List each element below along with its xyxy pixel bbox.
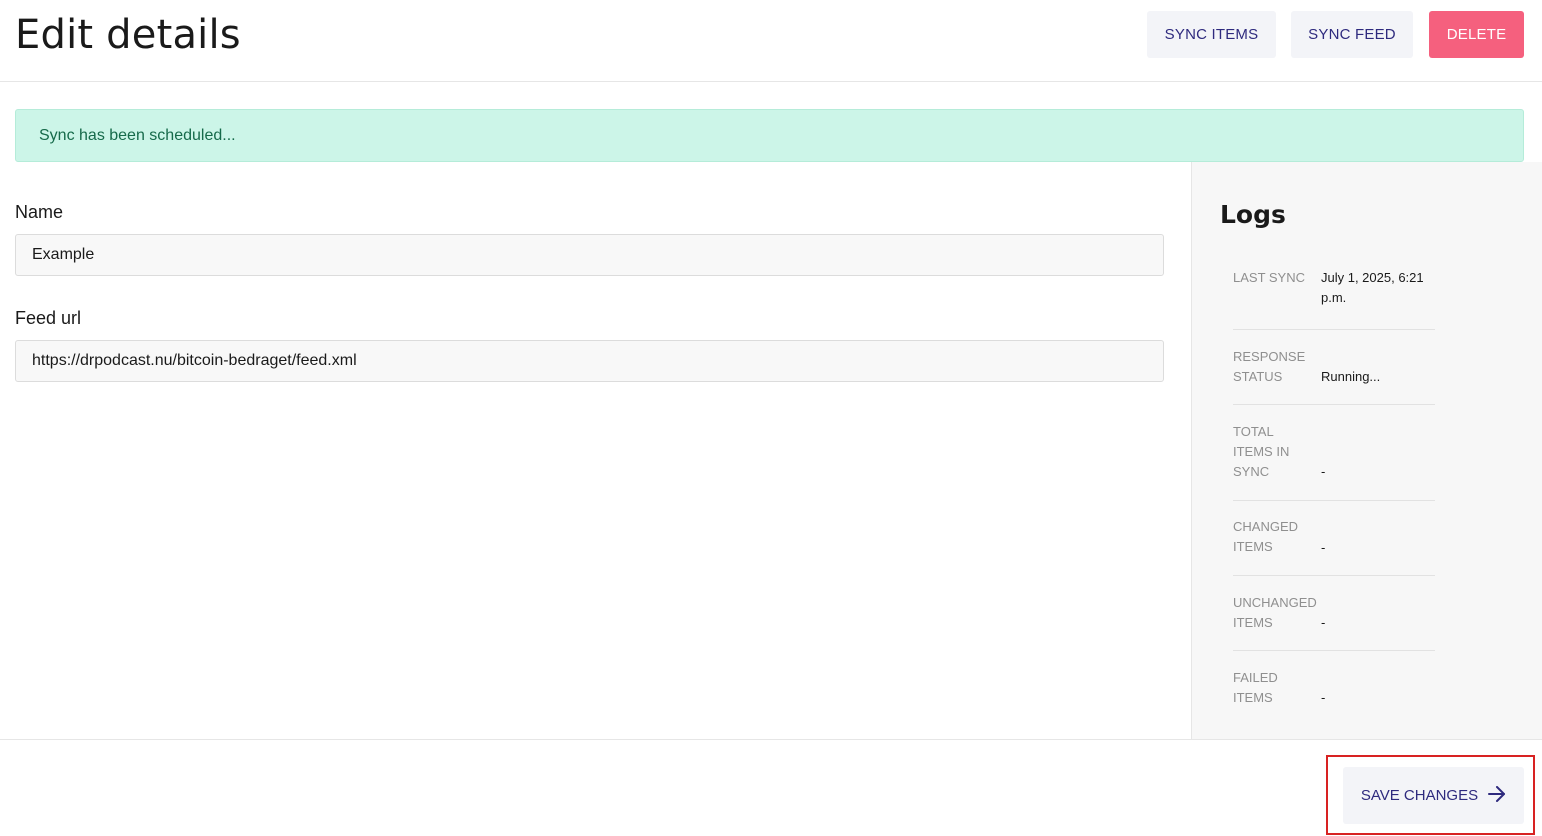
log-row-unchanged-items: UNCHANGED ITEMS -: [1233, 576, 1435, 651]
footer-divider: [0, 739, 1542, 740]
log-row-total-items: TOTAL ITEMS IN SYNC -: [1233, 405, 1435, 501]
log-key: TOTAL ITEMS IN SYNC: [1233, 424, 1290, 479]
log-row-failed-items: FAILED ITEMS -: [1233, 651, 1435, 726]
sync-scheduled-alert: Sync has been scheduled...: [15, 109, 1524, 162]
log-key: RESPONSE STATUS: [1233, 349, 1306, 384]
name-input[interactable]: [15, 234, 1164, 276]
log-value: -: [1321, 540, 1326, 555]
logs-title: Logs: [1220, 200, 1286, 229]
delete-button[interactable]: DELETE: [1429, 11, 1524, 58]
log-key: FAILED ITEMS: [1233, 670, 1278, 705]
log-value: July 1, 2025, 6:21 p.m.: [1321, 268, 1435, 308]
log-value: -: [1321, 690, 1326, 705]
log-value: -: [1321, 615, 1326, 630]
log-row-response-status: RESPONSE STATUS Running...: [1233, 330, 1435, 405]
name-label: Name: [15, 202, 64, 222]
logs-panel: Logs LAST SYNC July 1, 2025, 6:21 p.m. R…: [1191, 162, 1542, 740]
save-changes-label: SAVE CHANGES: [1360, 787, 1479, 804]
log-key: UNCHANGED ITEMS: [1233, 595, 1317, 630]
page-header: Edit details SYNC ITEMS SYNC FEED DELETE: [0, 0, 1542, 82]
alert-message: Sync has been scheduled...: [39, 126, 236, 144]
feed-url-label: Feed url: [15, 308, 82, 328]
sync-items-button[interactable]: SYNC ITEMS: [1147, 11, 1276, 58]
log-row-last-sync: LAST SYNC July 1, 2025, 6:21 p.m.: [1233, 268, 1435, 330]
arrow-right-icon: [1488, 785, 1506, 806]
log-value: -: [1321, 464, 1326, 479]
save-changes-button[interactable]: SAVE CHANGES: [1343, 767, 1524, 824]
page-title: Edit details: [15, 12, 241, 58]
log-row-changed-items: CHANGED ITEMS -: [1233, 501, 1435, 576]
log-value: Running...: [1321, 369, 1381, 384]
log-key: CHANGED ITEMS: [1233, 519, 1299, 554]
feed-url-input[interactable]: [15, 340, 1164, 382]
sync-feed-button[interactable]: SYNC FEED: [1291, 11, 1413, 58]
